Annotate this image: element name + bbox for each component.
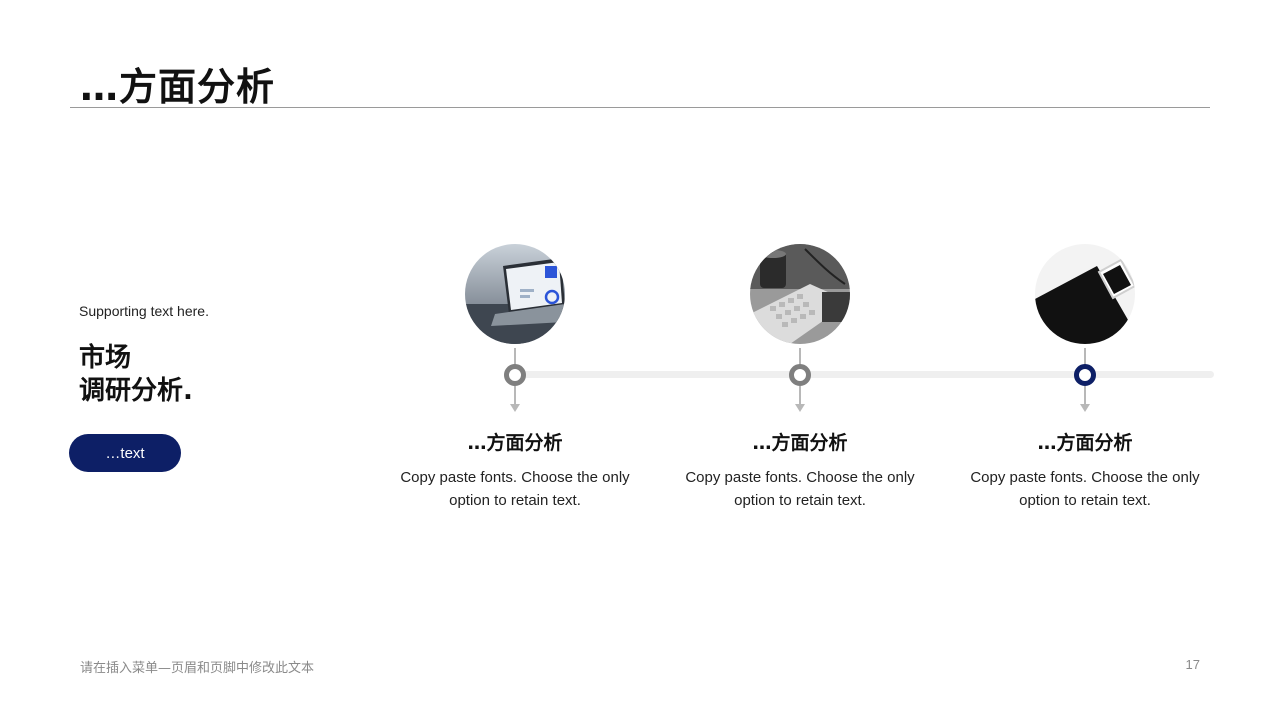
timeline-item-description: Copy paste fonts. Choose the only option…: [970, 469, 1200, 509]
text-pill-button[interactable]: …text: [69, 434, 181, 472]
timeline-item-title: …方面分析: [752, 432, 848, 454]
section-heading-line-1: 市场: [79, 343, 132, 373]
keyboard-desk-photo: [750, 244, 850, 344]
timeline-node: [504, 364, 526, 386]
supporting-text: Supporting text here.: [79, 303, 209, 319]
timeline-item-title: …方面分析: [467, 432, 563, 454]
title-divider: [70, 107, 1210, 108]
section-heading: 市场 调研分析.: [79, 342, 193, 408]
laptop-dashboard-photo: [465, 244, 565, 344]
arrow-down-icon: [1080, 404, 1090, 412]
timeline-track: [515, 371, 1214, 378]
timeline-item-description: Copy paste fonts. Choose the only option…: [685, 469, 915, 509]
tablet-phone-photo: [1035, 244, 1135, 344]
arrow-down-icon: [795, 404, 805, 412]
arrow-down-icon: [510, 404, 520, 412]
page-title: …方面分析: [80, 65, 276, 109]
timeline-item-title: …方面分析: [1037, 432, 1133, 454]
timeline-node: [789, 364, 811, 386]
footer-text: 请在插入菜单—页眉和页脚中修改此文本: [80, 661, 315, 676]
timeline-node-active: [1074, 364, 1096, 386]
page-number: 17: [1185, 657, 1200, 672]
timeline-item-description: Copy paste fonts. Choose the only option…: [400, 469, 630, 509]
section-heading-line-2: 调研分析.: [79, 376, 193, 406]
